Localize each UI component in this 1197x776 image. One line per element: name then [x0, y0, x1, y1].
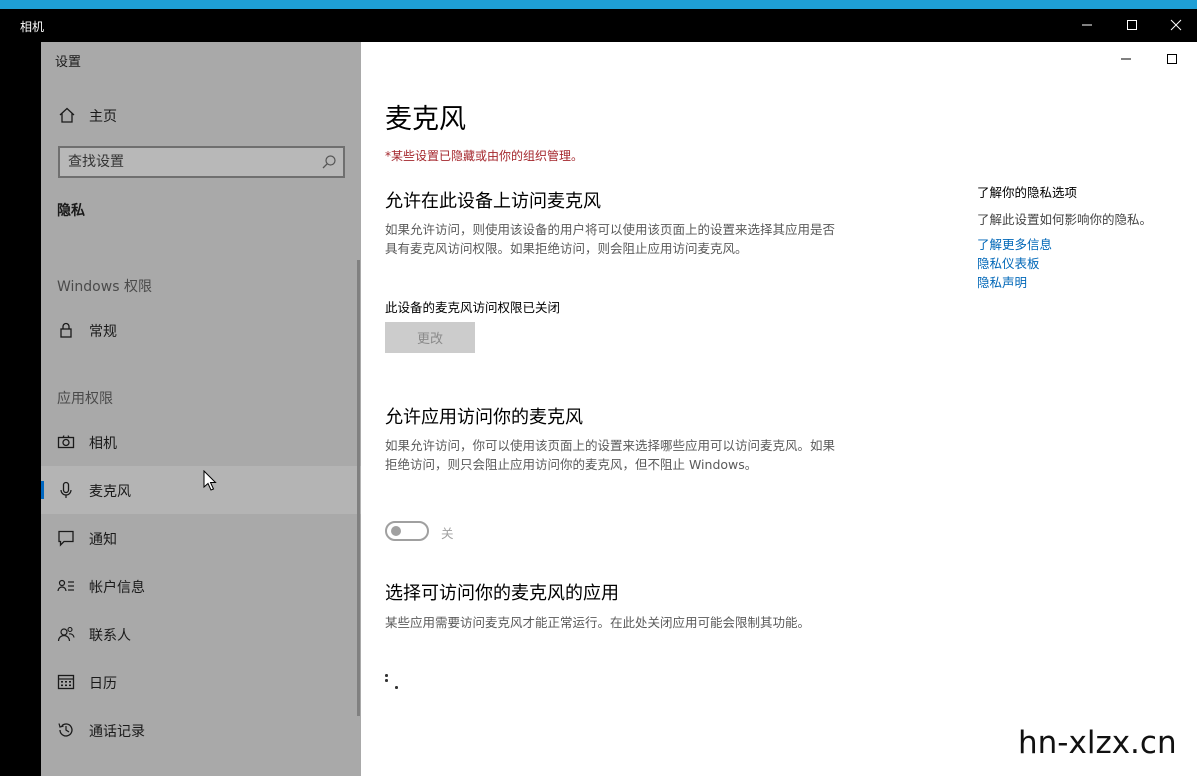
section-heading-device-access: 允许在此设备上访问麦克风 [385, 191, 601, 212]
search-box[interactable] [58, 146, 345, 178]
sidebar-item-home[interactable]: 主页 [41, 100, 361, 130]
search-input[interactable] [68, 152, 308, 172]
section-description-app-access: 如果允许访问，你可以使用该页面上的设置来选择哪些应用可以访问麦克风。如果拒绝访问… [385, 438, 836, 472]
org-managed-note: *某些设置已隐藏或由你的组织管理。 [385, 149, 584, 163]
selection-indicator [41, 481, 44, 499]
sidebar-item-label: 帐户信息 [89, 580, 145, 596]
sidebar-item-home-label: 主页 [89, 109, 117, 125]
sidebar-item-contacts[interactable]: 联系人 [41, 610, 361, 658]
call-history-icon [57, 721, 75, 739]
section-heading-choose-apps: 选择可访问你的麦克风的应用 [385, 583, 619, 604]
minimize-icon[interactable] [1117, 50, 1135, 68]
sidebar-item-camera[interactable]: 相机 [41, 418, 361, 466]
section-description-device-access: 如果允许访问，则使用该设备的用户将可以使用该页面上的设置来选择其应用是否具有麦克… [385, 222, 836, 256]
home-icon [58, 106, 76, 124]
close-icon[interactable] [1166, 15, 1186, 35]
sidebar-item-call-history[interactable]: 通话记录 [41, 706, 361, 754]
settings-app-title: 设置 [55, 55, 82, 70]
sidebar-item-label: 麦克风 [89, 484, 131, 500]
privacy-statement-link[interactable]: 隐私声明 [977, 272, 1027, 291]
sidebar-item-calendar[interactable]: 日历 [41, 658, 361, 706]
device-access-status: 此设备的麦克风访问权限已关闭 [385, 300, 561, 315]
sidebar-item-label: 日历 [89, 676, 117, 692]
learn-more-link[interactable]: 了解更多信息 [977, 234, 1052, 253]
maximize-icon[interactable] [1122, 15, 1142, 35]
aside-description: 了解此设置如何影响你的隐私。 [977, 212, 1153, 227]
sidebar-item-label: 相机 [89, 436, 117, 452]
camera-title-bar: 相机 [0, 9, 1197, 42]
section-heading-app-access: 允许应用访问你的麦克风 [385, 407, 583, 428]
camera-window-title: 相机 [20, 20, 45, 34]
sidebar-section-privacy: 隐私 [57, 203, 85, 219]
settings-sidebar: 设置 主页 隐私 Windows 权限 常规 应用权限 相机 麦克风 [41, 42, 361, 776]
sidebar-item-account-info[interactable]: 帐户信息 [41, 562, 361, 610]
sidebar-item-microphone[interactable]: 麦克风 [41, 466, 361, 514]
sidebar-item-label: 通话记录 [89, 724, 145, 740]
sidebar-item-general[interactable]: 常规 [41, 306, 361, 354]
aside-title: 了解你的隐私选项 [977, 185, 1078, 200]
sidebar-item-label: 通知 [89, 532, 117, 548]
toggle-knob [391, 526, 401, 536]
account-info-icon [57, 577, 75, 595]
privacy-dashboard-link[interactable]: 隐私仪表板 [977, 253, 1040, 272]
watermark-text: hn-xlzx.cn [1018, 725, 1177, 761]
section-description-choose-apps: 某些应用需要访问麦克风才能正常运行。在此处关闭应用可能会限制其功能。 [385, 615, 811, 630]
search-icon[interactable] [321, 154, 337, 170]
maximize-icon[interactable] [1163, 50, 1181, 68]
minimize-icon[interactable] [1077, 15, 1097, 35]
page-title: 麦克风 [385, 104, 466, 135]
settings-main-pane: 麦克风 *某些设置已隐藏或由你的组织管理。 允许在此设备上访问麦克风 如果允许访… [361, 42, 1197, 776]
sidebar-item-label: 联系人 [89, 628, 131, 644]
sidebar-item-label: 常规 [89, 324, 117, 340]
app-access-toggle[interactable] [385, 521, 429, 541]
group-label-windows-permissions: Windows 权限 [57, 279, 152, 295]
calendar-icon [57, 673, 75, 691]
group-label-app-permissions: 应用权限 [57, 391, 113, 407]
contacts-icon [57, 625, 75, 643]
sidebar-scrollbar[interactable] [357, 260, 360, 716]
camera-window-edge [0, 42, 41, 776]
camera-icon [57, 433, 75, 451]
sidebar-item-notifications[interactable]: 通知 [41, 514, 361, 562]
desktop-top-strip [0, 0, 1197, 9]
app-access-toggle-label: 关 [441, 526, 454, 541]
mouse-cursor-icon [203, 470, 217, 492]
notification-icon [57, 529, 75, 547]
lock-icon [57, 321, 75, 339]
microphone-icon [57, 481, 75, 499]
loading-spinner-icon [385, 674, 405, 694]
watermark: hn-xlzx.cn [1004, 711, 1197, 776]
change-button[interactable]: 更改 [385, 322, 475, 353]
